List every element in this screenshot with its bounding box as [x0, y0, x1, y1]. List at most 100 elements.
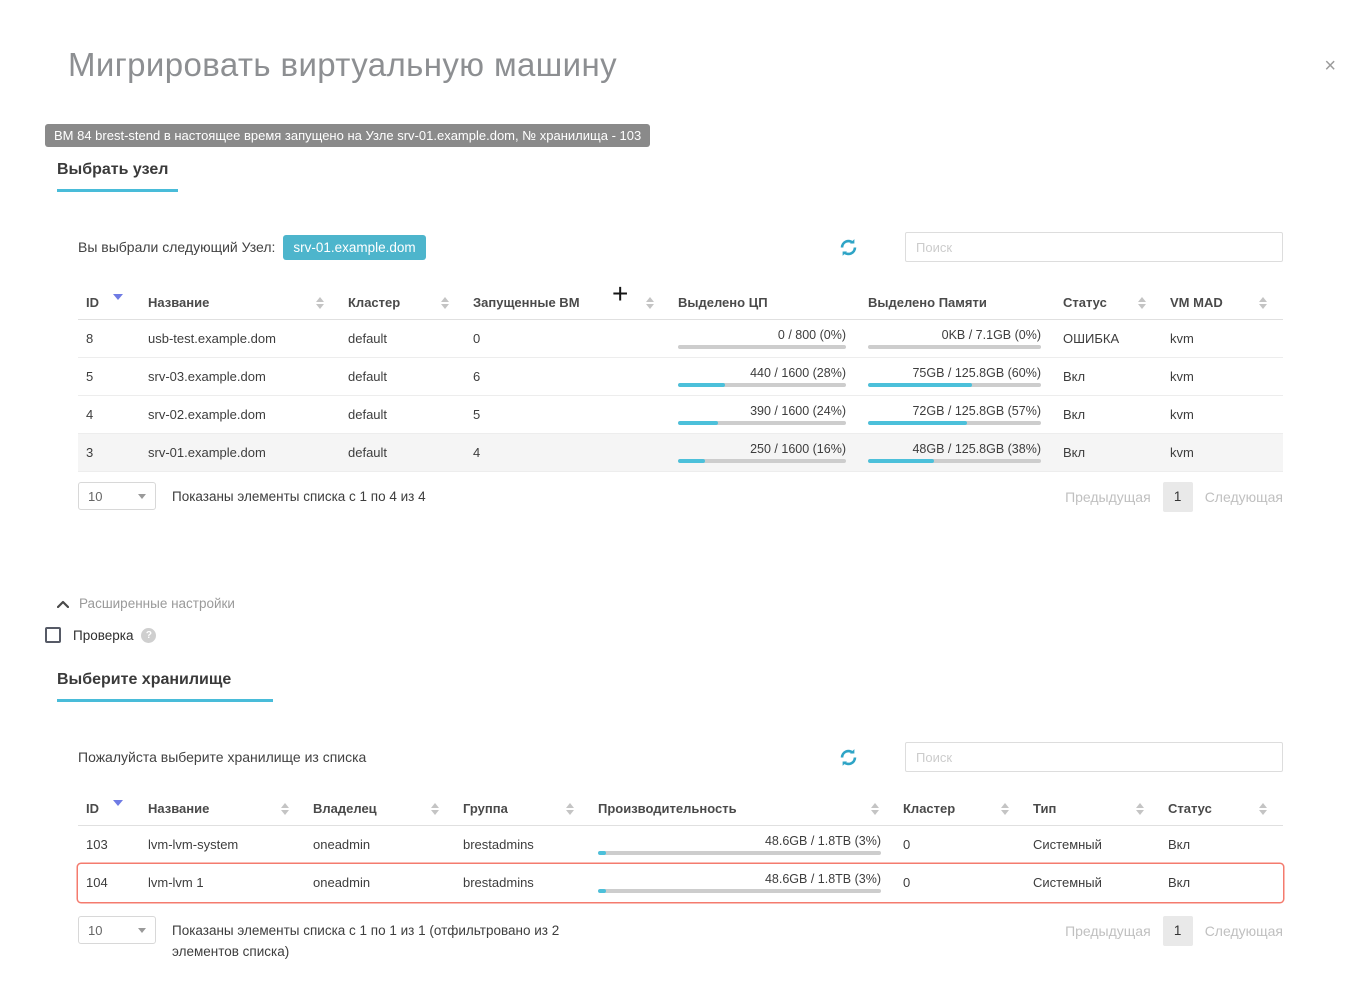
- vm-info-row: ВМ 84 brest-stend в настоящее время запу…: [45, 124, 1349, 147]
- storage-search-input[interactable]: [905, 742, 1283, 772]
- migrate-vm-modal: × Мигрировать виртуальную машину ВМ 84 b…: [0, 46, 1349, 962]
- cell-name: lvm-lvm-system: [140, 837, 305, 852]
- column-header-label: Название: [148, 295, 209, 310]
- column-header[interactable]: Выделено ЦП: [670, 295, 860, 310]
- column-header[interactable]: ID: [78, 291, 140, 315]
- progress-bar: [678, 421, 846, 425]
- page-size-select[interactable]: 10: [78, 482, 156, 510]
- current-page-button[interactable]: 1: [1163, 482, 1193, 512]
- verify-checkbox[interactable]: [45, 627, 61, 643]
- sort-icon: [1259, 297, 1267, 309]
- table-row[interactable]: 103lvm-lvm-systemoneadminbrestadmins48.6…: [78, 826, 1283, 864]
- progress-bar: [868, 421, 1041, 425]
- table-row[interactable]: 5srv-03.example.domdefault6440 / 1600 (2…: [78, 358, 1283, 396]
- page-size-select[interactable]: 10: [78, 916, 156, 944]
- cell-status: Вкл: [1160, 837, 1283, 852]
- table-row[interactable]: 3srv-01.example.domdefault4250 / 1600 (1…: [78, 434, 1283, 472]
- column-header-label: Производительность: [598, 801, 737, 816]
- column-header[interactable]: Кластер: [340, 295, 465, 310]
- storages-pagination: 10 Показаны элементы списка с 1 по 1 из …: [78, 916, 1283, 962]
- column-header[interactable]: Название: [140, 295, 340, 310]
- cell-mem_text: 72GB / 125.8GB (57%): [860, 404, 1055, 425]
- current-page-button[interactable]: 1: [1163, 916, 1193, 946]
- cell-status: Вкл: [1055, 369, 1162, 384]
- cell-mem_text: 0KB / 7.1GB (0%): [860, 328, 1055, 349]
- storages-table: ID Название ВладелецГруппа Производительнос…: [78, 792, 1283, 902]
- column-header[interactable]: Выделено Памяти: [860, 295, 1055, 310]
- cell-status: Вкл: [1160, 875, 1283, 890]
- sort-desc-icon: [113, 300, 123, 315]
- help-icon[interactable]: ?: [141, 628, 156, 643]
- cell-cluster: default: [340, 369, 465, 384]
- close-icon[interactable]: ×: [1324, 56, 1336, 76]
- selected-node-chip[interactable]: srv-01.example.dom: [283, 235, 425, 260]
- column-header[interactable]: Производительность: [590, 801, 895, 816]
- node-picker-row: Вы выбрали следующий Узел: srv-01.exampl…: [78, 232, 1283, 262]
- pagination-info: Показаны элементы списка с 1 по 4 из 4: [172, 482, 426, 507]
- storage-hint-label: Пожалуйста выберите хранилище из списка: [78, 749, 366, 765]
- next-page-button[interactable]: Следующая: [1205, 916, 1283, 946]
- cell-running_vms: 5: [465, 407, 670, 422]
- verify-checkbox-label: Проверка: [73, 628, 133, 643]
- column-header-label: Кластер: [348, 295, 400, 310]
- table-row[interactable]: 104lvm-lvm 1oneadminbrestadmins48.6GB / …: [78, 864, 1283, 902]
- column-header-label: VM MAD: [1170, 295, 1223, 310]
- column-header-label: Статус: [1063, 295, 1107, 310]
- refresh-button[interactable]: [837, 236, 860, 259]
- column-header-label: Выделено ЦП: [678, 295, 768, 310]
- column-header-label: Название: [148, 801, 209, 816]
- table-row[interactable]: 8usb-test.example.domdefault00 / 800 (0%…: [78, 320, 1283, 358]
- column-header[interactable]: Кластер: [895, 801, 1025, 816]
- cell-id: 8: [78, 331, 140, 346]
- refresh-button[interactable]: [837, 746, 860, 769]
- sort-icon: [1001, 803, 1009, 815]
- cell-running_vms: 6: [465, 369, 670, 384]
- column-header-label: Статус: [1168, 801, 1212, 816]
- cell-status: ОШИБКА: [1055, 331, 1162, 346]
- page-size-value: 10: [88, 923, 102, 938]
- cell-perf_text: 48.6GB / 1.8TB (3%): [590, 872, 895, 893]
- cell-mem_text: 48GB / 125.8GB (38%): [860, 442, 1055, 463]
- column-header[interactable]: Тип: [1025, 801, 1160, 816]
- cell-id: 4: [78, 407, 140, 422]
- cell-vm_mad: kvm: [1162, 445, 1283, 460]
- node-search-input[interactable]: [905, 232, 1283, 262]
- column-header[interactable]: Название: [140, 801, 305, 816]
- progress-bar: [678, 345, 846, 349]
- nodes-table-body: 8usb-test.example.domdefault00 / 800 (0%…: [78, 320, 1283, 472]
- cell-cpu_text: 390 / 1600 (24%): [670, 404, 860, 425]
- progress-bar: [678, 459, 846, 463]
- cell-cpu_text: 440 / 1600 (28%): [670, 366, 860, 387]
- cell-id: 104: [78, 875, 140, 890]
- column-header[interactable]: Статус: [1055, 295, 1162, 310]
- table-row[interactable]: 4srv-02.example.domdefault5390 / 1600 (2…: [78, 396, 1283, 434]
- advanced-settings-label: Расширенные настройки: [79, 596, 235, 611]
- sort-icon: [871, 803, 879, 815]
- column-header[interactable]: Владелец: [305, 801, 455, 816]
- cell-running_vms: 4: [465, 445, 670, 460]
- column-header[interactable]: Статус: [1160, 801, 1283, 816]
- cell-cluster: default: [340, 331, 465, 346]
- tab-select-storage[interactable]: Выберите хранилище: [57, 671, 273, 702]
- column-header[interactable]: VM MAD: [1162, 295, 1283, 310]
- tab-select-node[interactable]: Выбрать узел: [57, 161, 178, 192]
- cell-cluster: default: [340, 445, 465, 460]
- next-page-button[interactable]: Следующая: [1205, 482, 1283, 512]
- cell-name: srv-03.example.dom: [140, 369, 340, 384]
- cell-status: Вкл: [1055, 445, 1162, 460]
- advanced-settings-toggle[interactable]: Расширенные настройки: [57, 596, 1349, 611]
- sort-icon: [431, 803, 439, 815]
- prev-page-button[interactable]: Предыдущая: [1065, 916, 1151, 946]
- cell-perf_text: 48.6GB / 1.8TB (3%): [590, 834, 895, 855]
- storages-table-header: ID Название ВладелецГруппа Производительнос…: [78, 792, 1283, 826]
- cell-name: srv-02.example.dom: [140, 407, 340, 422]
- column-header[interactable]: Запущенные ВМ: [465, 295, 670, 310]
- column-header[interactable]: Группа: [455, 801, 590, 816]
- progress-bar: [598, 851, 881, 855]
- progress-bar: [678, 383, 846, 387]
- column-header[interactable]: ID: [78, 797, 140, 821]
- cell-name: lvm-lvm 1: [140, 875, 305, 890]
- nodes-table: ID Название Кластер Запущенные ВМ Выделено Ц…: [78, 286, 1283, 472]
- modal-title: Мигрировать виртуальную машину: [68, 46, 1349, 84]
- prev-page-button[interactable]: Предыдущая: [1065, 482, 1151, 512]
